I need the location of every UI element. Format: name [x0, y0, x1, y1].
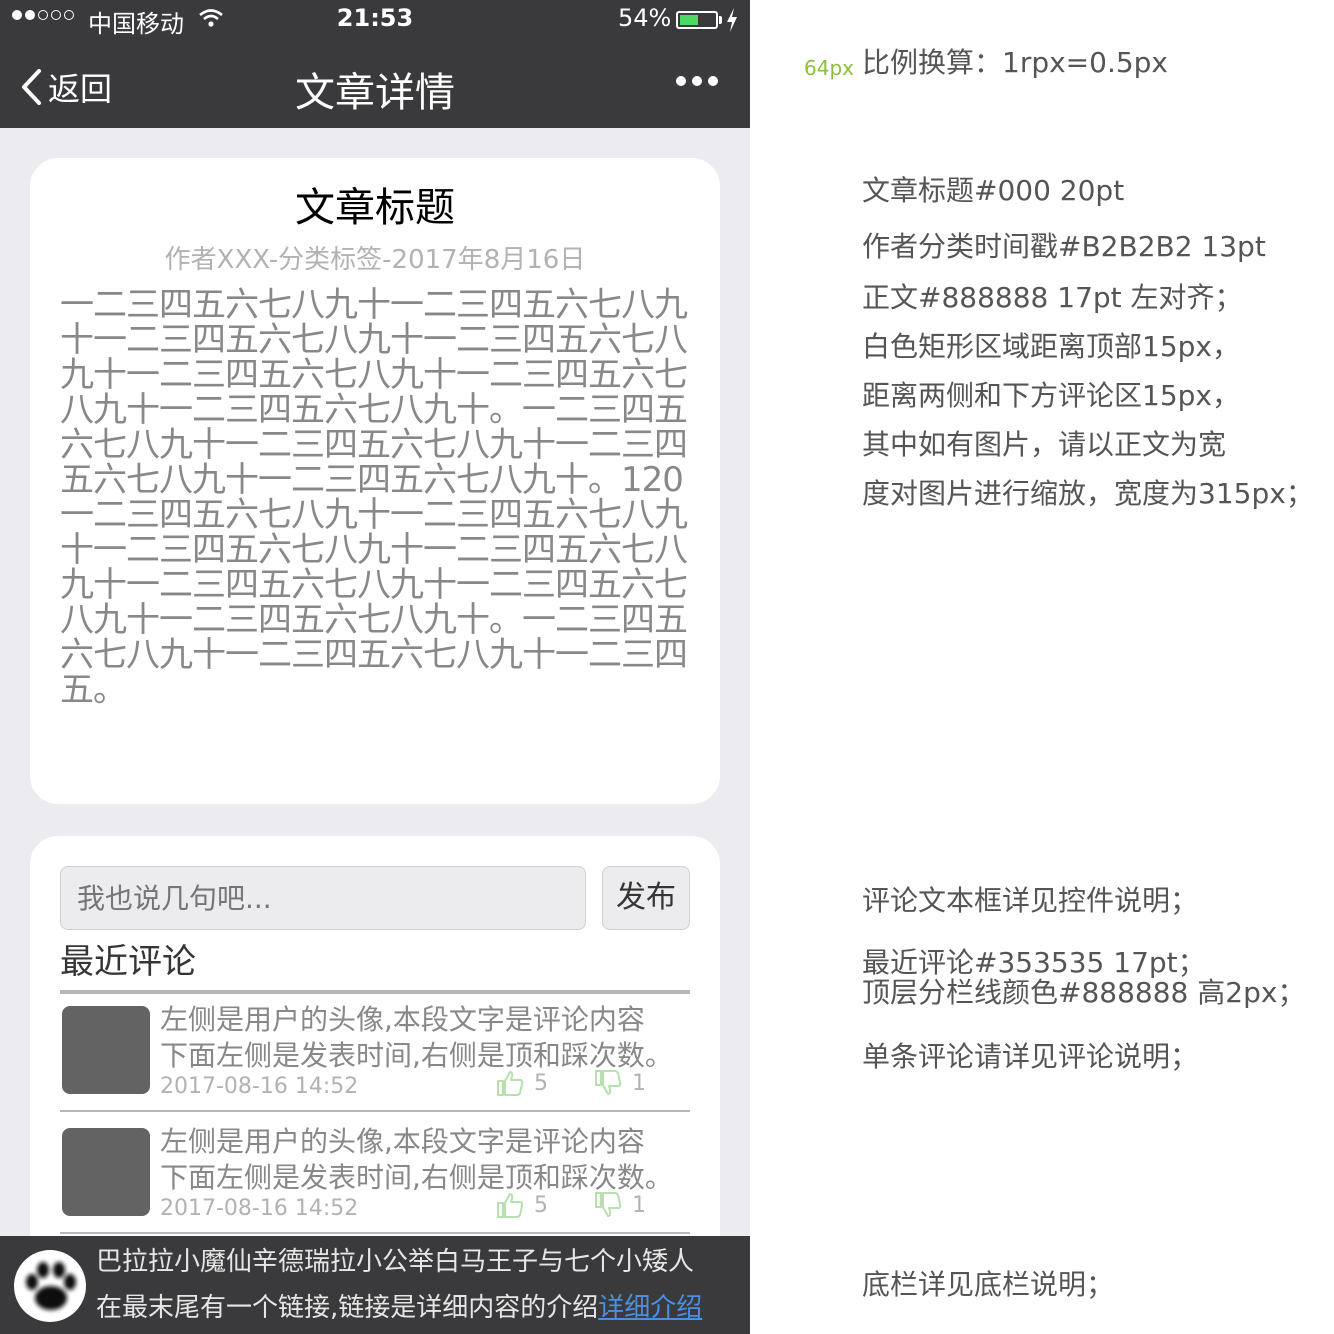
- footer-text-line1: 巴拉拉小魔仙辛德瑞拉小公举白马王子与七个小矮人: [96, 1247, 695, 1277]
- comment-line: 下面左侧是发表时间,右侧是顶和踩次数。: [160, 1039, 673, 1072]
- comment-line: 左侧是用户的头像,本段文字是评论内容: [160, 1125, 645, 1158]
- footer-bar: 巴拉拉小魔仙辛德瑞拉小公举白马王子与七个小矮人 在最末尾有一个链接,链接是详细内…: [0, 1236, 750, 1334]
- footer-text: 在最末尾有一个链接,链接是详细内容的介绍: [96, 1293, 599, 1323]
- dislike-button[interactable]: 1: [594, 1070, 646, 1096]
- thumbs-down-icon: [595, 1192, 622, 1217]
- details-link[interactable]: 详细介绍: [598, 1293, 702, 1323]
- dislike-count: 1: [632, 1070, 646, 1096]
- battery-level: [680, 15, 698, 25]
- navigation-bar: 返回 文章详情: [0, 40, 750, 128]
- like-button[interactable]: 5: [496, 1192, 548, 1218]
- more-dots-icon[interactable]: [676, 76, 718, 86]
- comment-line: 下面左侧是发表时间,右侧是顶和踩次数。: [160, 1161, 673, 1194]
- note-single-comment: 单条评论请详见评论说明；: [862, 1040, 1199, 1073]
- recent-comments-title: 最近评论: [60, 942, 196, 982]
- charging-bolt-icon: [727, 8, 737, 32]
- battery-icon: [676, 11, 718, 29]
- note-body-spec: 正文#888888 17pt 左对齐；: [862, 281, 1243, 314]
- battery-percent: 54%: [618, 4, 672, 32]
- note-meta-spec: 作者分类时间戳#B2B2B2 13pt: [862, 230, 1266, 263]
- note-divider-spec: 顶层分栏线颜色#888888 高2px；: [862, 976, 1306, 1009]
- article-card: 文章标题 作者XXX-分类标签-2017年8月16日 一二三四五六七八九十一二三…: [30, 158, 720, 804]
- page-title: 文章详情: [295, 70, 455, 116]
- note-ratio: 比例换算：1rpx=0.5px: [862, 46, 1169, 79]
- note-image-1: 其中如有图片，请以正文为宽: [862, 428, 1227, 461]
- note-title-spec: 文章标题#000 20pt: [862, 174, 1125, 207]
- article-body: 一二三四五六七八九十一二三四五六七八九十一二三四五六七八九十一二三四五六七八九十…: [60, 285, 688, 710]
- comment-input[interactable]: [60, 866, 586, 930]
- like-count: 5: [534, 1070, 548, 1096]
- dislike-count: 1: [632, 1192, 646, 1218]
- note-margin-top: 白色矩形区域距离顶部15px，: [862, 330, 1240, 363]
- article-meta: 作者XXX-分类标签-2017年8月16日: [164, 245, 586, 275]
- avatar[interactable]: [62, 1128, 150, 1216]
- comment-text: 左侧是用户的头像,本段文字是评论内容 下面左侧是发表时间,右侧是顶和踩次数。: [160, 1124, 700, 1196]
- phone-screen: 中国移动 21:53 54% 返回 文章详情 文章标题 作者XXX-分类标签-2…: [0, 0, 750, 1334]
- article-title: 文章标题: [295, 185, 455, 231]
- paw-avatar-icon: [14, 1250, 86, 1322]
- footer-text-line2: 在最末尾有一个链接,链接是详细内容的介绍详细介绍: [96, 1290, 702, 1326]
- status-bar: 中国移动 21:53 54%: [0, 0, 750, 40]
- comment-item: 左侧是用户的头像,本段文字是评论内容 下面左侧是发表时间,右侧是顶和踩次数。 2…: [60, 994, 690, 1112]
- like-button[interactable]: 5: [496, 1070, 548, 1096]
- thumbs-down-icon: [595, 1070, 622, 1095]
- battery-tip: [719, 16, 722, 24]
- note-recent-spec: 最近评论#353535 17pt；: [862, 946, 1206, 979]
- thumbs-up-icon: [497, 1193, 524, 1218]
- note-comment-box: 评论文本框详见控件说明；: [862, 884, 1199, 917]
- ratio-tag: 64px: [804, 56, 854, 80]
- publish-button[interactable]: 发布: [602, 866, 690, 930]
- avatar[interactable]: [62, 1006, 150, 1094]
- note-margin-side: 距离两侧和下方评论区15px，: [862, 379, 1240, 412]
- comment-text: 左侧是用户的头像,本段文字是评论内容 下面左侧是发表时间,右侧是顶和踩次数。: [160, 1002, 700, 1074]
- comment-time: 2017-08-16 14:52: [160, 1074, 359, 1099]
- comment-line: 左侧是用户的头像,本段文字是评论内容: [160, 1003, 645, 1036]
- thumbs-up-icon: [497, 1071, 524, 1096]
- note-footer: 底栏详见底栏说明；: [862, 1268, 1115, 1301]
- note-image-2: 度对图片进行缩放，宽度为315px；: [862, 477, 1314, 510]
- comment-item: 左侧是用户的头像,本段文字是评论内容 下面左侧是发表时间,右侧是顶和踩次数。 2…: [60, 1116, 690, 1234]
- comment-time: 2017-08-16 14:52: [160, 1196, 359, 1221]
- dislike-button[interactable]: 1: [594, 1192, 646, 1218]
- like-count: 5: [534, 1192, 548, 1218]
